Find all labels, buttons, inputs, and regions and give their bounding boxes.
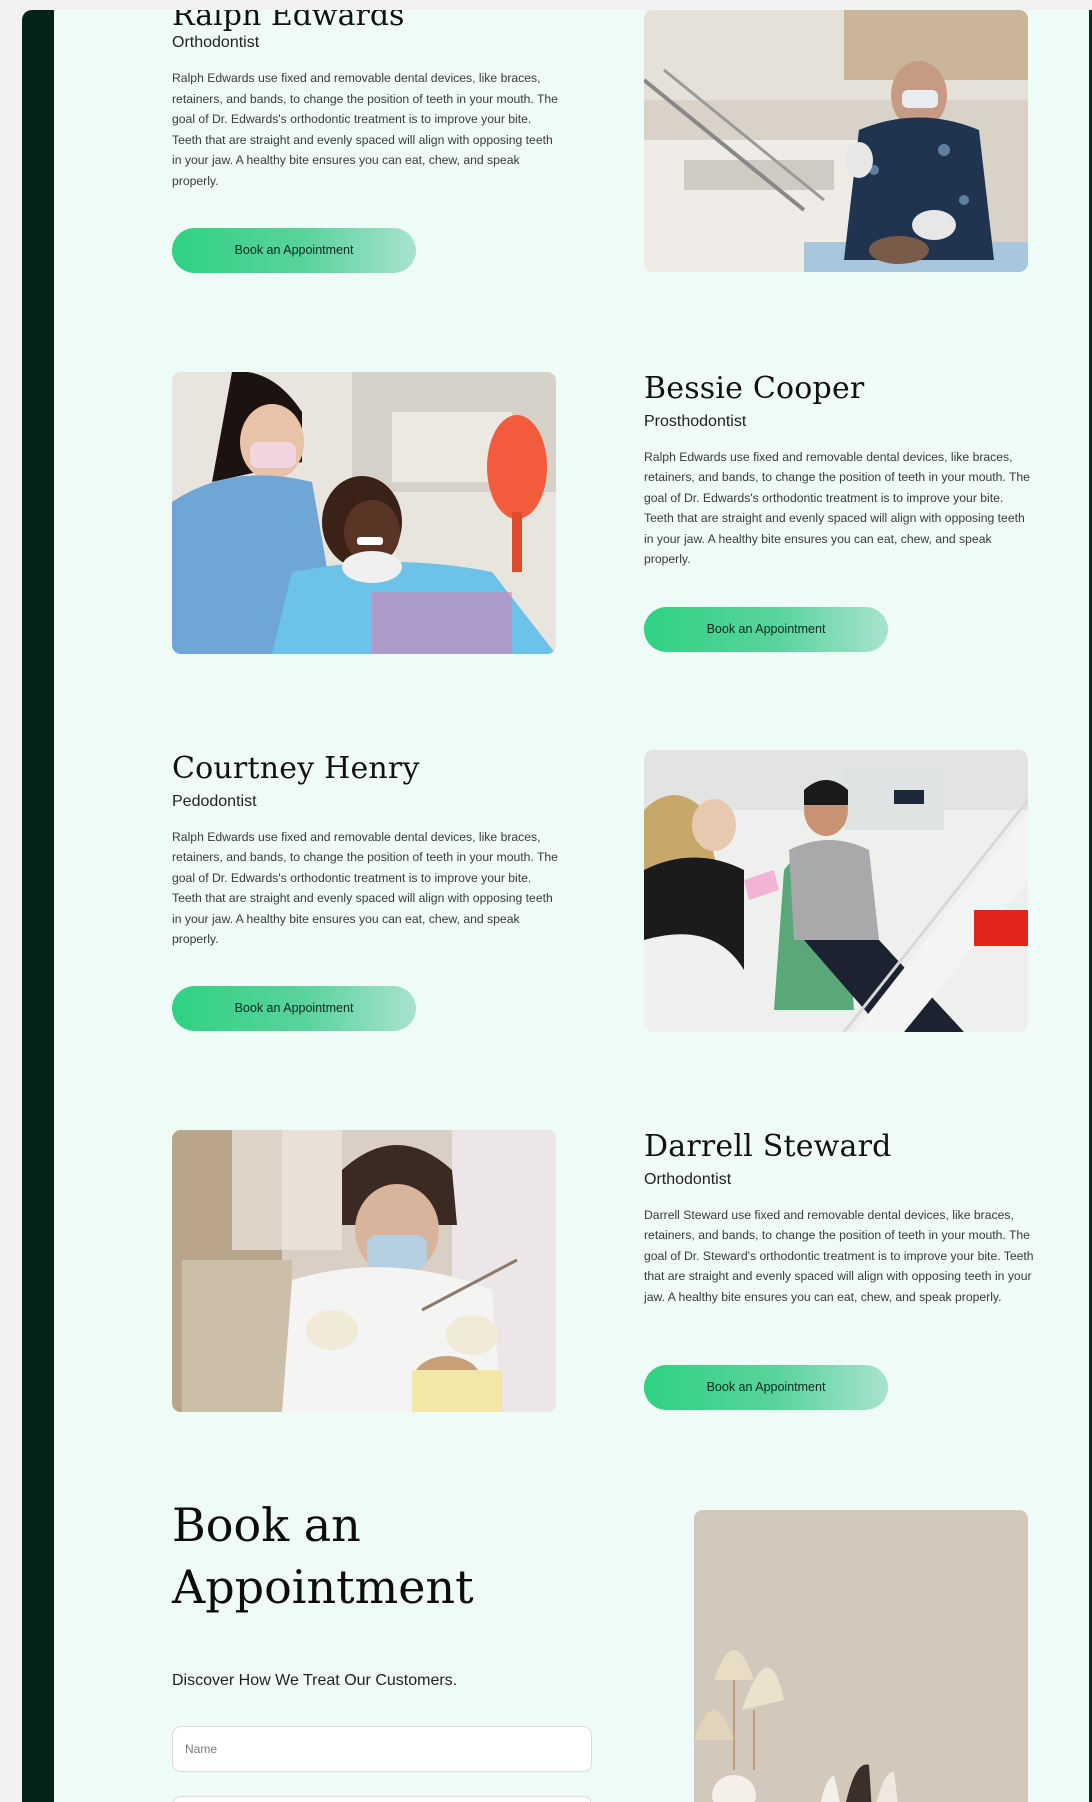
booking-title-line1: Book an: [172, 1498, 361, 1552]
doctor-description: Darrell Steward use fixed and removable …: [644, 1207, 1034, 1304]
doctor-role: Pedodontist: [172, 792, 257, 810]
book-appointment-button[interactable]: Book an Appointment: [644, 1365, 888, 1410]
doctor-role: Orthodontist: [172, 34, 260, 51]
site-frame: Ralph Edwards Orthodontist Ralph Edwards…: [22, 10, 1092, 1802]
doctor-photo-courtney: [644, 750, 1028, 1032]
doctor-card-darrell: Darrell Steward Orthodontist Darrell Ste…: [644, 1129, 1034, 1307]
doctor-name: Darrell Steward: [644, 1129, 892, 1164]
doctor-card-ralph: Orthodontist Ralph Edwards use fixed and…: [172, 28, 562, 191]
doctor-description: Ralph Edwards use fixed and removable de…: [172, 829, 558, 947]
doctor-name: Courtney Henry: [172, 751, 420, 786]
doctor-photo-darrell: [172, 1130, 556, 1412]
book-appointment-button[interactable]: Book an Appointment: [644, 607, 888, 652]
doctor-role: Prosthodontist: [644, 412, 747, 430]
doctor-description: Ralph Edwards use fixed and removable de…: [644, 449, 1030, 567]
doctor-photo-ralph: [644, 10, 1028, 272]
booking-title-line2: Appointment: [172, 1560, 474, 1614]
booking-title: Book an Appointment: [172, 1494, 592, 1618]
doctor-name: Bessie Cooper: [644, 371, 865, 406]
doctor-photo-bessie: [172, 372, 556, 654]
page-content: Ralph Edwards Orthodontist Ralph Edwards…: [54, 10, 1092, 1802]
booking-subtitle: Discover How We Treat Our Customers.: [172, 1672, 458, 1689]
book-appointment-button[interactable]: Book an Appointment: [172, 986, 416, 1031]
doctor-card-bessie: Bessie Cooper Prosthodontist Ralph Edwar…: [644, 371, 1034, 570]
email-field[interactable]: [172, 1796, 592, 1802]
doctor-description: Ralph Edwards use fixed and removable de…: [172, 71, 558, 188]
book-appointment-button[interactable]: Book an Appointment: [172, 228, 416, 273]
decor-photo: [694, 1510, 1028, 1802]
doctor-card-courtney: Courtney Henry Pedodontist Ralph Edwards…: [172, 751, 562, 950]
doctor-role: Orthodontist: [644, 1170, 732, 1188]
name-field[interactable]: [172, 1726, 592, 1772]
